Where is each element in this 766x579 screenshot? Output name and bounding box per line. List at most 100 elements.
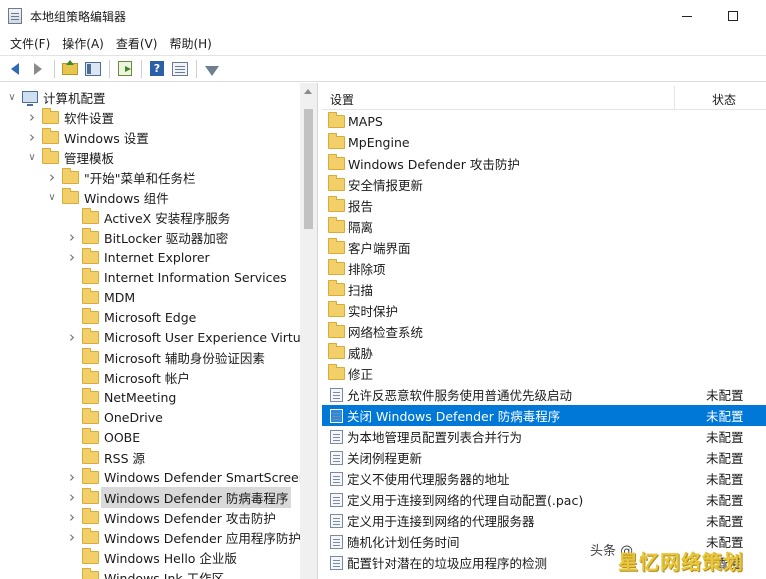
policy-name: 为本地管理员配置列表合并行为 [347,430,523,445]
chevron-right-icon[interactable]: › [66,327,78,347]
menu-action[interactable]: 操作(A) [56,35,110,52]
tree-item[interactable]: › Windows 设置 [26,127,149,147]
chevron-right-icon[interactable]: › [66,507,78,527]
tree-item[interactable]: Internet Information Services [66,267,287,287]
tree-item[interactable]: › Microsoft User Experience Virtuali [66,327,315,347]
menu-view[interactable]: 查看(V) [110,35,164,52]
folder-icon [82,447,99,464]
chevron-down-icon[interactable]: ∨ [26,147,38,167]
column-divider[interactable] [674,86,675,110]
folder-icon [82,547,99,564]
policy-row[interactable]: 定义不使用代理服务器的地址 未配置 [322,468,766,489]
export-list-icon [118,61,132,76]
policy-row[interactable]: 关闭例程更新 未配置 [322,447,766,468]
tree-item-label: OOBE [104,429,141,445]
menu-file[interactable]: 文件(F) [4,35,56,52]
tree-item[interactable]: MDM [66,287,135,307]
tree-item[interactable]: OOBE [66,427,140,447]
tree-item[interactable]: › Internet Explorer [66,247,210,267]
chevron-right-icon[interactable]: › [66,467,78,487]
tree-item[interactable]: › Windows Defender 应用程序防护 [66,527,301,547]
maximize-button[interactable] [710,0,756,32]
list-folder-item[interactable]: 网络检查系统 [322,321,766,342]
list-folder-item[interactable]: 客户端界面 [322,237,766,258]
folder-label: 威胁 [348,346,374,361]
up-folder-button[interactable] [59,58,81,80]
help-icon: ? [150,61,164,76]
chevron-right-icon[interactable]: › [66,227,78,247]
folder-icon [328,112,345,128]
policy-row[interactable]: 定义用于连接到网络的代理自动配置(.pac) 未配置 [322,489,766,510]
view-button[interactable] [169,58,191,80]
tree-item[interactable]: Microsoft Edge [66,307,196,327]
chevron-down-icon[interactable]: ∨ [6,87,18,107]
list-folder-item[interactable]: 安全情报更新 [322,174,766,195]
policy-state: 未配置 [706,472,744,487]
tree-item[interactable]: ∨ 计算机配置 [6,87,106,107]
chevron-right-icon[interactable]: › [66,247,78,267]
tree-item[interactable]: ∨ 管理模板 [26,147,114,167]
chevron-right-icon[interactable]: › [66,487,78,507]
column-state[interactable]: 状态 [712,91,736,108]
back-button[interactable] [4,58,26,80]
tree-item[interactable]: › "开始"菜单和任务栏 [46,167,196,187]
tree-item[interactable]: ∨ Windows 组件 [46,187,169,207]
tree-item[interactable]: › Windows Defender 防病毒程序 [66,486,292,508]
tree-scrollbar[interactable] [300,83,317,579]
list-folder-item[interactable]: MpEngine [322,132,766,153]
policy-row[interactable]: 允许反恶意软件服务使用普通优先级启动 未配置 [322,384,766,405]
folder-label: MAPS [348,114,383,129]
tree-item[interactable]: › Windows Defender SmartScreen [66,467,307,487]
policy-row[interactable]: 为本地管理员配置列表合并行为 未配置 [322,426,766,447]
tree-item[interactable]: › BitLocker 驱动器加密 [66,227,228,247]
list-folder-item[interactable]: MAPS [322,111,766,132]
folder-icon [328,154,345,170]
menu-help[interactable]: 帮助(H) [163,35,217,52]
list-folder-item[interactable]: 威胁 [322,342,766,363]
list-folder-item[interactable]: 排除项 [322,258,766,279]
forward-button[interactable] [27,58,49,80]
folder-icon [82,247,99,264]
policy-row[interactable]: 关闭 Windows Defender 防病毒程序 未配置 [322,405,766,426]
list-folder-item[interactable]: 修正 [322,363,766,384]
folder-icon [42,127,59,144]
filter-button[interactable] [201,58,223,80]
chevron-right-icon[interactable]: › [26,127,38,147]
tree-item[interactable]: ActiveX 安装程序服务 [66,207,230,227]
folder-icon [328,259,345,275]
chevron-down-icon[interactable]: ∨ [46,187,58,207]
minimize-button[interactable] [664,0,710,32]
show-hide-tree-button[interactable] [82,58,104,80]
tree-item[interactable]: Windows Ink 工作区 [66,567,224,579]
tree-item[interactable]: › 软件设置 [26,107,114,127]
list-folder-item[interactable]: 实时保护 [322,300,766,321]
tree-item[interactable]: OneDrive [66,407,163,427]
tree-item[interactable]: RSS 源 [66,447,145,467]
toolbar-separator [141,59,142,78]
export-list-button[interactable] [114,58,136,80]
column-header: 设置 状态 [322,86,766,110]
tree-scroll-thumb[interactable] [304,109,313,229]
help-button[interactable]: ? [146,58,168,80]
policy-row[interactable]: 定义用于连接到网络的代理服务器 未配置 [322,510,766,531]
column-setting[interactable]: 设置 [330,91,354,108]
chevron-right-icon[interactable]: › [66,527,78,547]
list-folder-item[interactable]: 扫描 [322,279,766,300]
tree-item[interactable]: NetMeeting [66,387,176,407]
tree-item[interactable]: Microsoft 辅助身份验证因素 [66,347,265,367]
tree-item[interactable]: › Windows Defender 攻击防护 [66,507,276,527]
list-folder-item[interactable]: Windows Defender 攻击防护 [322,153,766,174]
folder-icon [328,238,345,254]
tree-item[interactable]: Windows Hello 企业版 [66,547,237,567]
chevron-right-icon[interactable]: › [46,167,58,187]
policy-setting-icon [330,492,343,507]
chevron-right-icon[interactable]: › [26,107,38,127]
list-folder-item[interactable]: 报告 [322,195,766,216]
list-folder-item[interactable]: 隔离 [322,216,766,237]
policy-state: 未配置 [706,493,744,508]
folder-icon [82,527,99,544]
tree-item[interactable]: Microsoft 帐户 [66,367,190,387]
